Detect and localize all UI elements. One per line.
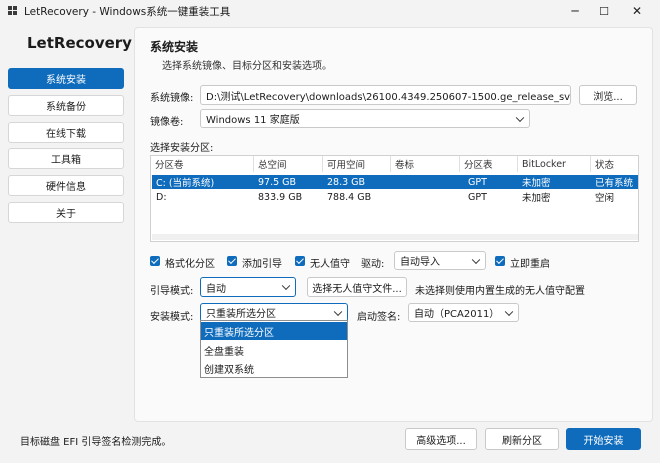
page-title: 系统安装 [150,40,199,54]
unattended-checkbox[interactable] [295,256,305,266]
column-header-volume[interactable]: 分区卷 [151,156,254,172]
table-cell [391,190,395,204]
boot-mode-label: 引导模式: [150,286,194,297]
app-brand: LetRecovery [27,34,132,52]
unattend-file-button[interactable]: 选择无人值守文件... [307,277,407,297]
restart-label: 立即重启 [510,259,550,270]
table-cell: 97.5 GB [258,176,297,188]
maximize-button[interactable]: ☐ [587,0,621,22]
table-horizontal-scrollbar[interactable] [152,234,638,240]
install-mode-select-value: 只重装所选分区 [206,309,276,320]
boot-sign-select-value: 自动（PCA2011） [414,309,500,320]
dropdown-option[interactable]: 全盘重装 [201,341,347,359]
table-cell: C: (当前系统) [156,178,215,189]
image-label: 系统镜像: [150,93,194,104]
sidebar-item-system-backup[interactable]: 系统备份 [8,95,124,116]
restart-checkbox[interactable] [495,256,505,266]
app-icon [8,6,17,15]
sidebar-item-online-download[interactable]: 在线下载 [8,122,124,143]
table-cell: GPT [468,176,487,188]
format-checkbox[interactable] [150,256,160,266]
driver-select[interactable]: 自动导入 [394,251,486,270]
table-row[interactable]: D: 833.9 GB 788.4 GB GPT 未加密 空闲 [152,190,638,205]
sidebar-item-hardware-info[interactable]: 硬件信息 [8,175,124,196]
table-cell: D: [156,191,167,203]
partition-table[interactable]: 分区卷 总空间 可用空间 卷标 分区表 BitLocker 状态 C: (当前系… [150,155,639,242]
column-header-partition-table[interactable]: 分区表 [460,156,518,172]
sidebar-item-system-install[interactable]: 系统安装 [8,68,124,89]
chevron-down-icon [333,307,343,316]
unattend-hint: 未选择则使用内置生成的无人值守配置 [415,286,585,297]
page-subtitle: 选择系统镜像、目标分区和安装选项。 [162,61,332,72]
table-cell [391,175,395,189]
advanced-options-button[interactable]: 高级选项... [405,428,477,450]
install-mode-label: 安装模式: [150,312,194,323]
format-label: 格式化分区 [165,259,215,270]
column-header-status[interactable]: 状态 [591,156,638,172]
column-header-label[interactable]: 卷标 [391,156,460,172]
boot-sign-label: 启动签名: [357,312,401,323]
table-cell: 788.4 GB [327,191,372,203]
unattended-label: 无人值守 [310,259,350,270]
sidebar-item-about[interactable]: 关于 [8,202,124,223]
column-header-free[interactable]: 可用空间 [323,156,391,172]
volume-select[interactable]: Windows 11 家庭版 [200,109,530,128]
title-bar: LetRecovery - Windows系统一键重装工具 ─ ☐ ✕ [0,0,660,22]
boot-mode-select-value: 自动 [206,283,226,295]
chevron-down-icon [281,281,291,291]
sidebar-item-toolbox[interactable]: 工具箱 [8,148,124,169]
close-button[interactable]: ✕ [620,0,654,22]
status-text: 目标磁盘 EFI 引导签名检测完成。 [20,437,172,448]
install-mode-dropdown-list: 只重装所选分区 全盘重装 创建双系统 [200,320,348,378]
table-cell: 833.9 GB [258,191,303,203]
driver-select-value: 自动导入 [400,257,440,268]
table-cell: 已有系统 [595,178,634,189]
chevron-down-icon [471,255,481,264]
start-install-button[interactable]: 开始安装 [566,428,641,450]
table-cell: 未加密 [522,178,551,189]
table-cell: 28.3 GB [327,176,366,188]
browse-button[interactable]: 浏览... [579,85,637,105]
column-header-bitlocker[interactable]: BitLocker [518,156,591,172]
table-cell: GPT [468,191,487,203]
boot-sign-select[interactable]: 自动（PCA2011） [408,303,519,322]
table-cell: 空闲 [595,193,615,204]
chevron-down-icon [515,113,525,122]
chevron-down-icon [504,307,514,316]
add-boot-checkbox[interactable] [227,256,237,266]
dropdown-option[interactable]: 只重装所选分区 [201,322,347,340]
volume-select-value: Windows 11 家庭版 [206,115,300,126]
window-title: LetRecovery - Windows系统一键重装工具 [24,6,231,18]
volume-label: 镜像卷: [150,117,184,128]
boot-mode-select[interactable]: 自动 [200,277,296,297]
table-cell: 未加密 [522,193,551,204]
image-path-input[interactable]: D:\测试\LetRecovery\downloads\26100.4349.2… [200,85,571,105]
column-header-total[interactable]: 总空间 [254,156,323,172]
partition-label: 选择安装分区: [150,143,214,154]
table-row[interactable]: C: (当前系统) 97.5 GB 28.3 GB GPT 未加密 已有系统 [152,175,638,189]
dropdown-option[interactable]: 创建双系统 [201,359,347,377]
add-boot-label: 添加引导 [242,259,282,270]
driver-label: 驱动: [361,259,385,270]
refresh-partitions-button[interactable]: 刷新分区 [485,428,559,450]
